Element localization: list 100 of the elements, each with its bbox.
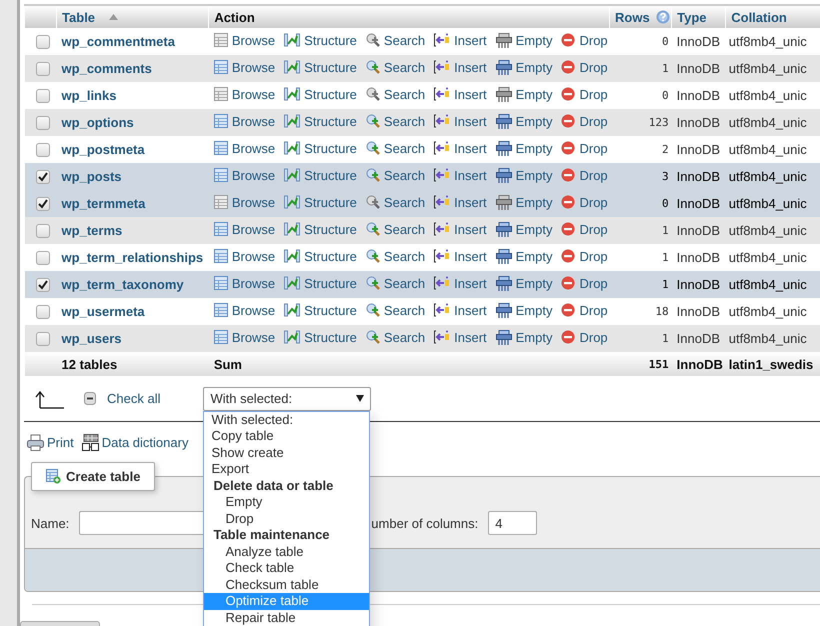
table-name-link[interactable]: wp_term_taxonomy bbox=[62, 277, 184, 292]
action-link[interactable]: Structure bbox=[284, 302, 357, 318]
action-link[interactable]: Search bbox=[366, 140, 426, 156]
action-link[interactable]: Drop bbox=[561, 32, 608, 48]
checkbox[interactable] bbox=[36, 305, 50, 320]
action-link[interactable]: Search bbox=[366, 32, 426, 48]
action-link[interactable]: Browse bbox=[214, 276, 276, 291]
dropdown-option[interactable]: Copy table bbox=[204, 428, 370, 444]
action-link[interactable]: Search bbox=[366, 276, 426, 291]
checkbox[interactable] bbox=[36, 278, 50, 292]
action-link[interactable]: Insert bbox=[434, 302, 487, 318]
table-name-link[interactable]: wp_posts bbox=[62, 169, 122, 184]
action-link[interactable]: Empty bbox=[496, 32, 552, 48]
action-link[interactable]: Browse bbox=[214, 222, 276, 237]
action-link[interactable]: Drop bbox=[561, 330, 608, 345]
checkbox[interactable] bbox=[36, 224, 50, 238]
action-link[interactable]: Insert bbox=[434, 86, 487, 102]
action-link[interactable]: Drop bbox=[561, 60, 608, 75]
action-link[interactable]: Search bbox=[366, 330, 426, 345]
action-link[interactable]: Empty bbox=[496, 276, 552, 291]
action-link[interactable]: Structure bbox=[284, 194, 357, 210]
action-link[interactable]: Empty bbox=[496, 168, 552, 183]
table-name-link[interactable]: wp_comments bbox=[62, 61, 152, 76]
action-link[interactable]: Search bbox=[366, 86, 426, 102]
action-link[interactable]: Insert bbox=[434, 60, 487, 75]
checkbox[interactable] bbox=[36, 197, 50, 212]
action-link[interactable]: Structure bbox=[284, 32, 357, 48]
checkbox[interactable] bbox=[36, 251, 50, 266]
dropdown-option[interactable]: Drop bbox=[204, 510, 370, 527]
action-link[interactable]: Empty bbox=[496, 60, 552, 75]
dropdown-option[interactable]: Show create bbox=[204, 444, 370, 461]
action-link[interactable]: Drop bbox=[561, 140, 608, 156]
checkbox[interactable] bbox=[36, 170, 50, 184]
action-link[interactable]: Insert bbox=[434, 194, 487, 210]
action-link[interactable]: Insert bbox=[434, 330, 487, 345]
column-header[interactable]: Table bbox=[62, 10, 96, 24]
action-link[interactable]: Empty bbox=[496, 140, 552, 156]
action-link[interactable]: Empty bbox=[496, 330, 552, 345]
action-link[interactable]: Browse bbox=[214, 302, 276, 318]
action-link[interactable]: Drop bbox=[561, 114, 608, 129]
action-link[interactable]: Drop bbox=[561, 194, 608, 210]
action-link[interactable]: Structure bbox=[284, 330, 357, 345]
table-name-link[interactable]: wp_commentmeta bbox=[62, 34, 175, 49]
action-link[interactable]: Browse bbox=[214, 248, 276, 264]
action-link[interactable]: Browse bbox=[214, 32, 276, 48]
dropdown-option[interactable]: With selected: bbox=[204, 412, 370, 428]
action-link[interactable]: Insert bbox=[434, 276, 487, 291]
action-link[interactable]: Insert bbox=[434, 222, 487, 237]
action-link[interactable]: Search bbox=[366, 222, 426, 237]
action-link[interactable]: Search bbox=[366, 302, 426, 318]
action-link[interactable]: Drop bbox=[561, 248, 608, 264]
action-link[interactable]: Structure bbox=[284, 168, 357, 183]
action-link[interactable]: Empty bbox=[496, 302, 552, 318]
action-link[interactable]: Browse bbox=[214, 60, 276, 75]
action-link[interactable]: Empty bbox=[496, 194, 552, 210]
checkbox[interactable] bbox=[36, 143, 50, 158]
table-name-link[interactable]: wp_users bbox=[62, 331, 122, 346]
action-link[interactable]: Search bbox=[366, 248, 426, 264]
bulk-action-select[interactable]: With selected: bbox=[203, 386, 372, 410]
action-link[interactable]: Insert bbox=[434, 168, 487, 183]
action-link[interactable]: Drop bbox=[561, 276, 608, 291]
action-link[interactable]: Search bbox=[366, 168, 426, 183]
action-link[interactable]: Drop bbox=[561, 222, 608, 237]
action-link[interactable]: Structure bbox=[284, 86, 357, 102]
action-link[interactable]: Structure bbox=[284, 60, 357, 75]
action-link[interactable]: Browse bbox=[214, 86, 276, 102]
checkbox[interactable] bbox=[36, 62, 50, 76]
action-link[interactable]: Insert bbox=[434, 114, 487, 129]
create-table-button[interactable]: Create table bbox=[31, 462, 156, 491]
action-link[interactable]: Search bbox=[366, 194, 426, 210]
table-name-link[interactable]: wp_postmeta bbox=[62, 142, 145, 157]
check-all-link[interactable]: Check all bbox=[84, 391, 160, 406]
action-link[interactable]: Empty bbox=[496, 86, 552, 102]
table-name-link[interactable]: wp_options bbox=[62, 115, 134, 130]
action-link[interactable]: Insert bbox=[434, 140, 487, 156]
columns-input[interactable]: 4 bbox=[488, 511, 538, 535]
action-link[interactable]: Structure bbox=[284, 222, 357, 237]
data-dictionary-link[interactable]: Data dictionary bbox=[82, 430, 188, 454]
action-link[interactable]: Browse bbox=[214, 330, 276, 345]
action-link[interactable]: Empty bbox=[496, 114, 552, 129]
action-link[interactable]: Empty bbox=[496, 248, 552, 264]
action-link[interactable]: Drop bbox=[561, 168, 608, 183]
action-link[interactable]: Structure bbox=[284, 248, 357, 264]
action-link[interactable]: Browse bbox=[214, 140, 276, 156]
help-icon[interactable] bbox=[656, 10, 670, 24]
checkbox[interactable] bbox=[36, 35, 50, 50]
checkbox[interactable] bbox=[36, 116, 50, 130]
dropdown-option[interactable]: Checksum table bbox=[204, 576, 370, 593]
dropdown-option[interactable]: Repair table bbox=[204, 610, 370, 626]
action-link[interactable]: Browse bbox=[214, 168, 276, 183]
table-name-link[interactable]: wp_links bbox=[62, 88, 116, 103]
action-link[interactable]: Structure bbox=[284, 276, 357, 291]
action-link[interactable]: Search bbox=[366, 114, 426, 129]
print-link[interactable]: Print bbox=[27, 430, 74, 454]
action-link[interactable]: Drop bbox=[561, 302, 608, 318]
action-link[interactable]: Search bbox=[366, 60, 426, 75]
dropdown-option[interactable]: Optimize table bbox=[204, 593, 370, 610]
action-link[interactable]: Browse bbox=[214, 114, 276, 129]
dropdown-option[interactable]: Empty bbox=[204, 494, 370, 510]
table-name-link[interactable]: wp_term_relationships bbox=[62, 250, 204, 265]
